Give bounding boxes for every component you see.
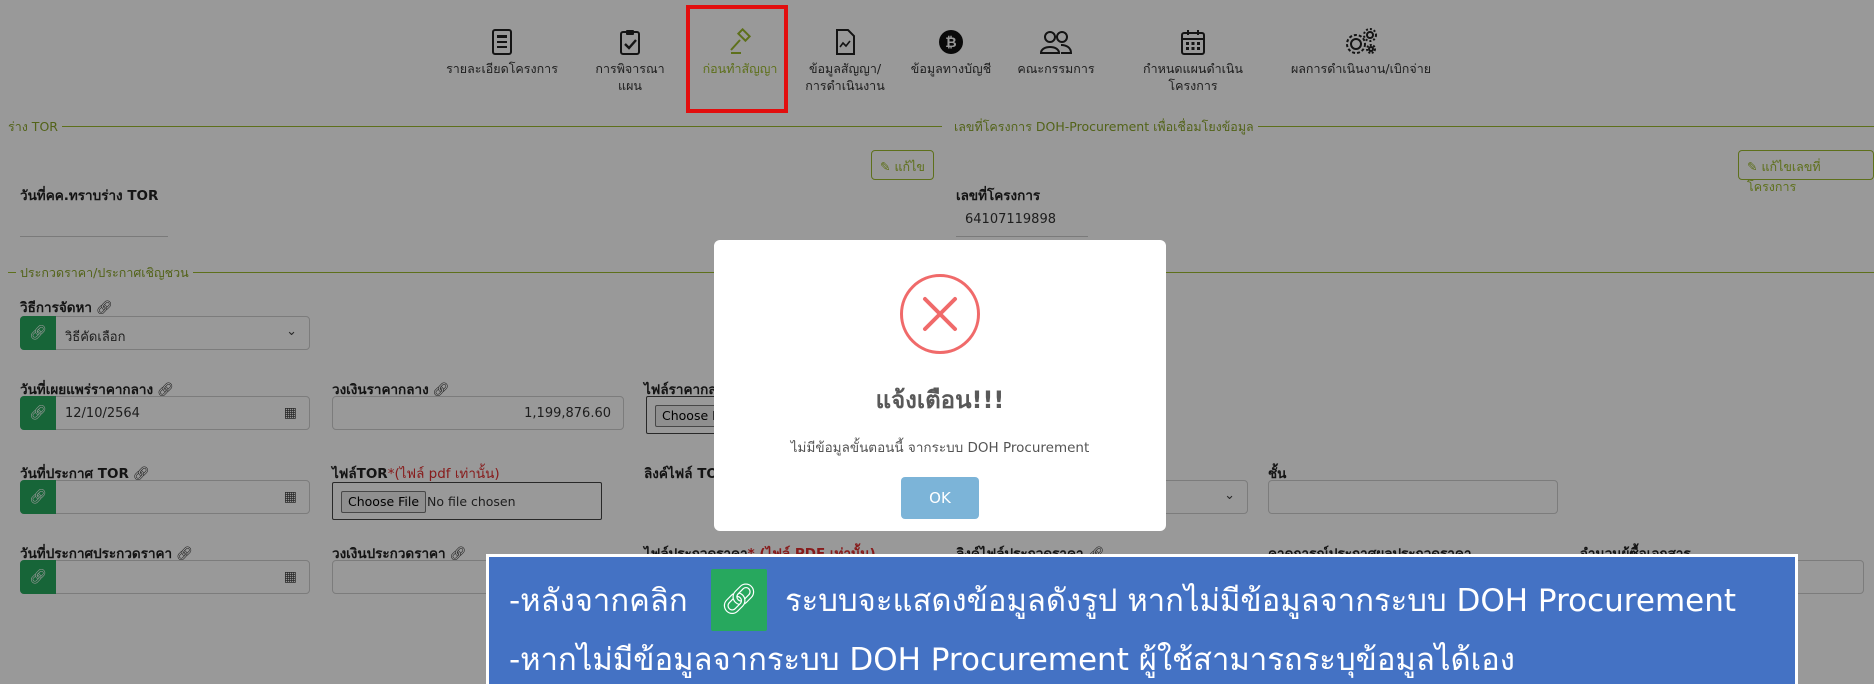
banner-line-1-suffix: ระบบจะแสดงข้อมูลดังรูป หากไม่มีข้อมูลจาก…: [785, 583, 1737, 619]
ok-button[interactable]: OK: [901, 477, 979, 519]
banner-line-2: -หากไม่มีข้อมูลจากระบบ DOH Procurement ผ…: [509, 642, 1515, 678]
link-icon: 🔗︎: [711, 569, 767, 631]
modal-message: ไม่มีข้อมูลขั้นตอนนี้ จากระบบ DOH Procur…: [790, 440, 1090, 456]
page: รายละเอียดโครงการ การพิจารณาแผน ก่อนทำสั…: [0, 0, 1874, 684]
banner-line-1-prefix: -หลังจากคลิก: [509, 583, 688, 619]
error-icon: [900, 274, 980, 354]
alert-modal: แจ้งเตือน!!! ไม่มีข้อมูลขั้นตอนนี้ จากระ…: [714, 240, 1166, 531]
instruction-banner: -หลังจากคลิก 🔗︎ ระบบจะแสดงข้อมูลดังรูป ห…: [486, 554, 1798, 684]
modal-title: แจ้งเตือน!!!: [875, 386, 1005, 414]
close-icon: [923, 297, 957, 331]
highlight-box: [686, 5, 788, 113]
